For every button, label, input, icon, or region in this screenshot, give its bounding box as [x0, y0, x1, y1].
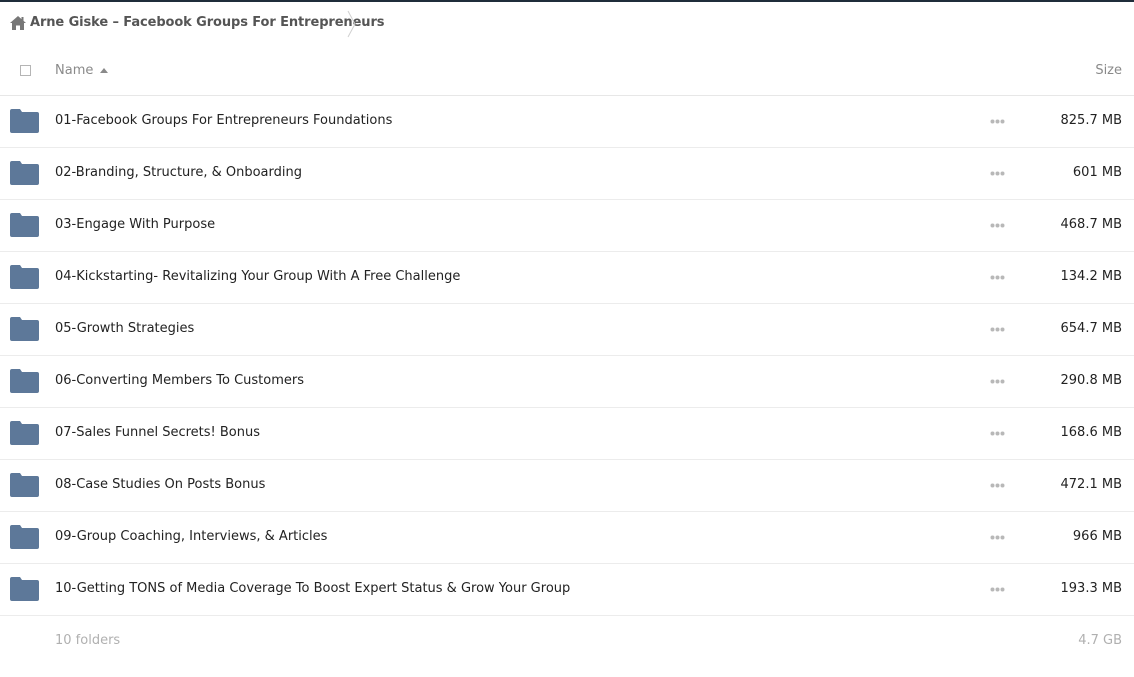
folder-name[interactable]: 08-Case Studies On Posts Bonus — [55, 476, 265, 494]
folder-size: 134.2 MB — [1060, 269, 1122, 284]
folder-size: 168.6 MB — [1060, 425, 1122, 440]
folder-row[interactable]: 10-Getting TONS of Media Coverage To Boo… — [0, 564, 1134, 616]
breadcrumb-folder-title[interactable]: Arne Giske – Facebook Groups For Entrepr… — [30, 14, 385, 32]
more-options-icon[interactable] — [990, 431, 1005, 436]
folder-icon — [10, 265, 39, 289]
folder-name[interactable]: 07-Sales Funnel Secrets! Bonus — [55, 424, 260, 442]
folder-icon — [10, 525, 39, 549]
folder-icon — [10, 577, 39, 601]
folder-name[interactable]: 10-Getting TONS of Media Coverage To Boo… — [55, 580, 570, 598]
home-icon[interactable] — [9, 15, 27, 31]
folder-row[interactable]: 02-Branding, Structure, & Onboarding 601… — [0, 148, 1134, 200]
file-list: 01-Facebook Groups For Entrepreneurs Fou… — [0, 96, 1134, 616]
folder-row[interactable]: 09-Group Coaching, Interviews, & Article… — [0, 512, 1134, 564]
name-column-header[interactable]: Name — [55, 62, 93, 80]
more-options-icon[interactable] — [990, 223, 1005, 228]
folder-name[interactable]: 01-Facebook Groups For Entrepreneurs Fou… — [55, 112, 392, 130]
more-options-icon[interactable] — [990, 327, 1005, 332]
folder-name[interactable]: 09-Group Coaching, Interviews, & Article… — [55, 528, 327, 546]
folder-size: 601 MB — [1072, 165, 1122, 180]
folder-size: 825.7 MB — [1060, 113, 1122, 128]
more-options-icon[interactable] — [990, 275, 1005, 280]
size-column-header[interactable]: Size — [1095, 62, 1122, 80]
folder-icon — [10, 421, 39, 445]
file-list-footer: 10 folders 4.7 GB — [0, 630, 1134, 654]
folder-size: 472.1 MB — [1060, 477, 1122, 492]
select-all-checkbox[interactable] — [20, 65, 31, 76]
folder-name[interactable]: 06-Converting Members To Customers — [55, 372, 304, 390]
folder-icon — [10, 369, 39, 393]
folder-size: 654.7 MB — [1060, 321, 1122, 336]
total-size: 4.7 GB — [1078, 633, 1122, 648]
folder-row[interactable]: 05-Growth Strategies 654.7 MB — [0, 304, 1134, 356]
folder-name[interactable]: 05-Growth Strategies — [55, 320, 194, 338]
more-options-icon[interactable] — [990, 587, 1005, 592]
more-options-icon[interactable] — [990, 379, 1005, 384]
folder-icon — [10, 109, 39, 133]
folder-size: 468.7 MB — [1060, 217, 1122, 232]
breadcrumb-separator-icon — [347, 10, 356, 38]
folder-size: 193.3 MB — [1060, 581, 1122, 596]
folder-icon — [10, 473, 39, 497]
more-options-icon[interactable] — [990, 119, 1005, 124]
folder-icon — [10, 161, 39, 185]
folder-icon — [10, 213, 39, 237]
folder-name[interactable]: 04-Kickstarting- Revitalizing Your Group… — [55, 268, 460, 286]
folder-size: 966 MB — [1072, 529, 1122, 544]
folder-row[interactable]: 06-Converting Members To Customers 290.8… — [0, 356, 1134, 408]
more-options-icon[interactable] — [990, 483, 1005, 488]
more-options-icon[interactable] — [990, 535, 1005, 540]
folder-count: 10 folders — [55, 633, 121, 648]
folder-row[interactable]: 04-Kickstarting- Revitalizing Your Group… — [0, 252, 1134, 304]
file-list-header: Name Size — [0, 48, 1134, 96]
folder-name[interactable]: 02-Branding, Structure, & Onboarding — [55, 164, 302, 182]
folder-name[interactable]: 03-Engage With Purpose — [55, 216, 215, 234]
folder-icon — [10, 317, 39, 341]
breadcrumb: Arne Giske – Facebook Groups For Entrepr… — [0, 2, 1134, 44]
folder-row[interactable]: 03-Engage With Purpose 468.7 MB — [0, 200, 1134, 252]
folder-row[interactable]: 07-Sales Funnel Secrets! Bonus 168.6 MB — [0, 408, 1134, 460]
folder-size: 290.8 MB — [1060, 373, 1122, 388]
folder-row[interactable]: 01-Facebook Groups For Entrepreneurs Fou… — [0, 96, 1134, 148]
folder-row[interactable]: 08-Case Studies On Posts Bonus 472.1 MB — [0, 460, 1134, 512]
sort-ascending-icon[interactable] — [100, 68, 108, 73]
more-options-icon[interactable] — [990, 171, 1005, 176]
